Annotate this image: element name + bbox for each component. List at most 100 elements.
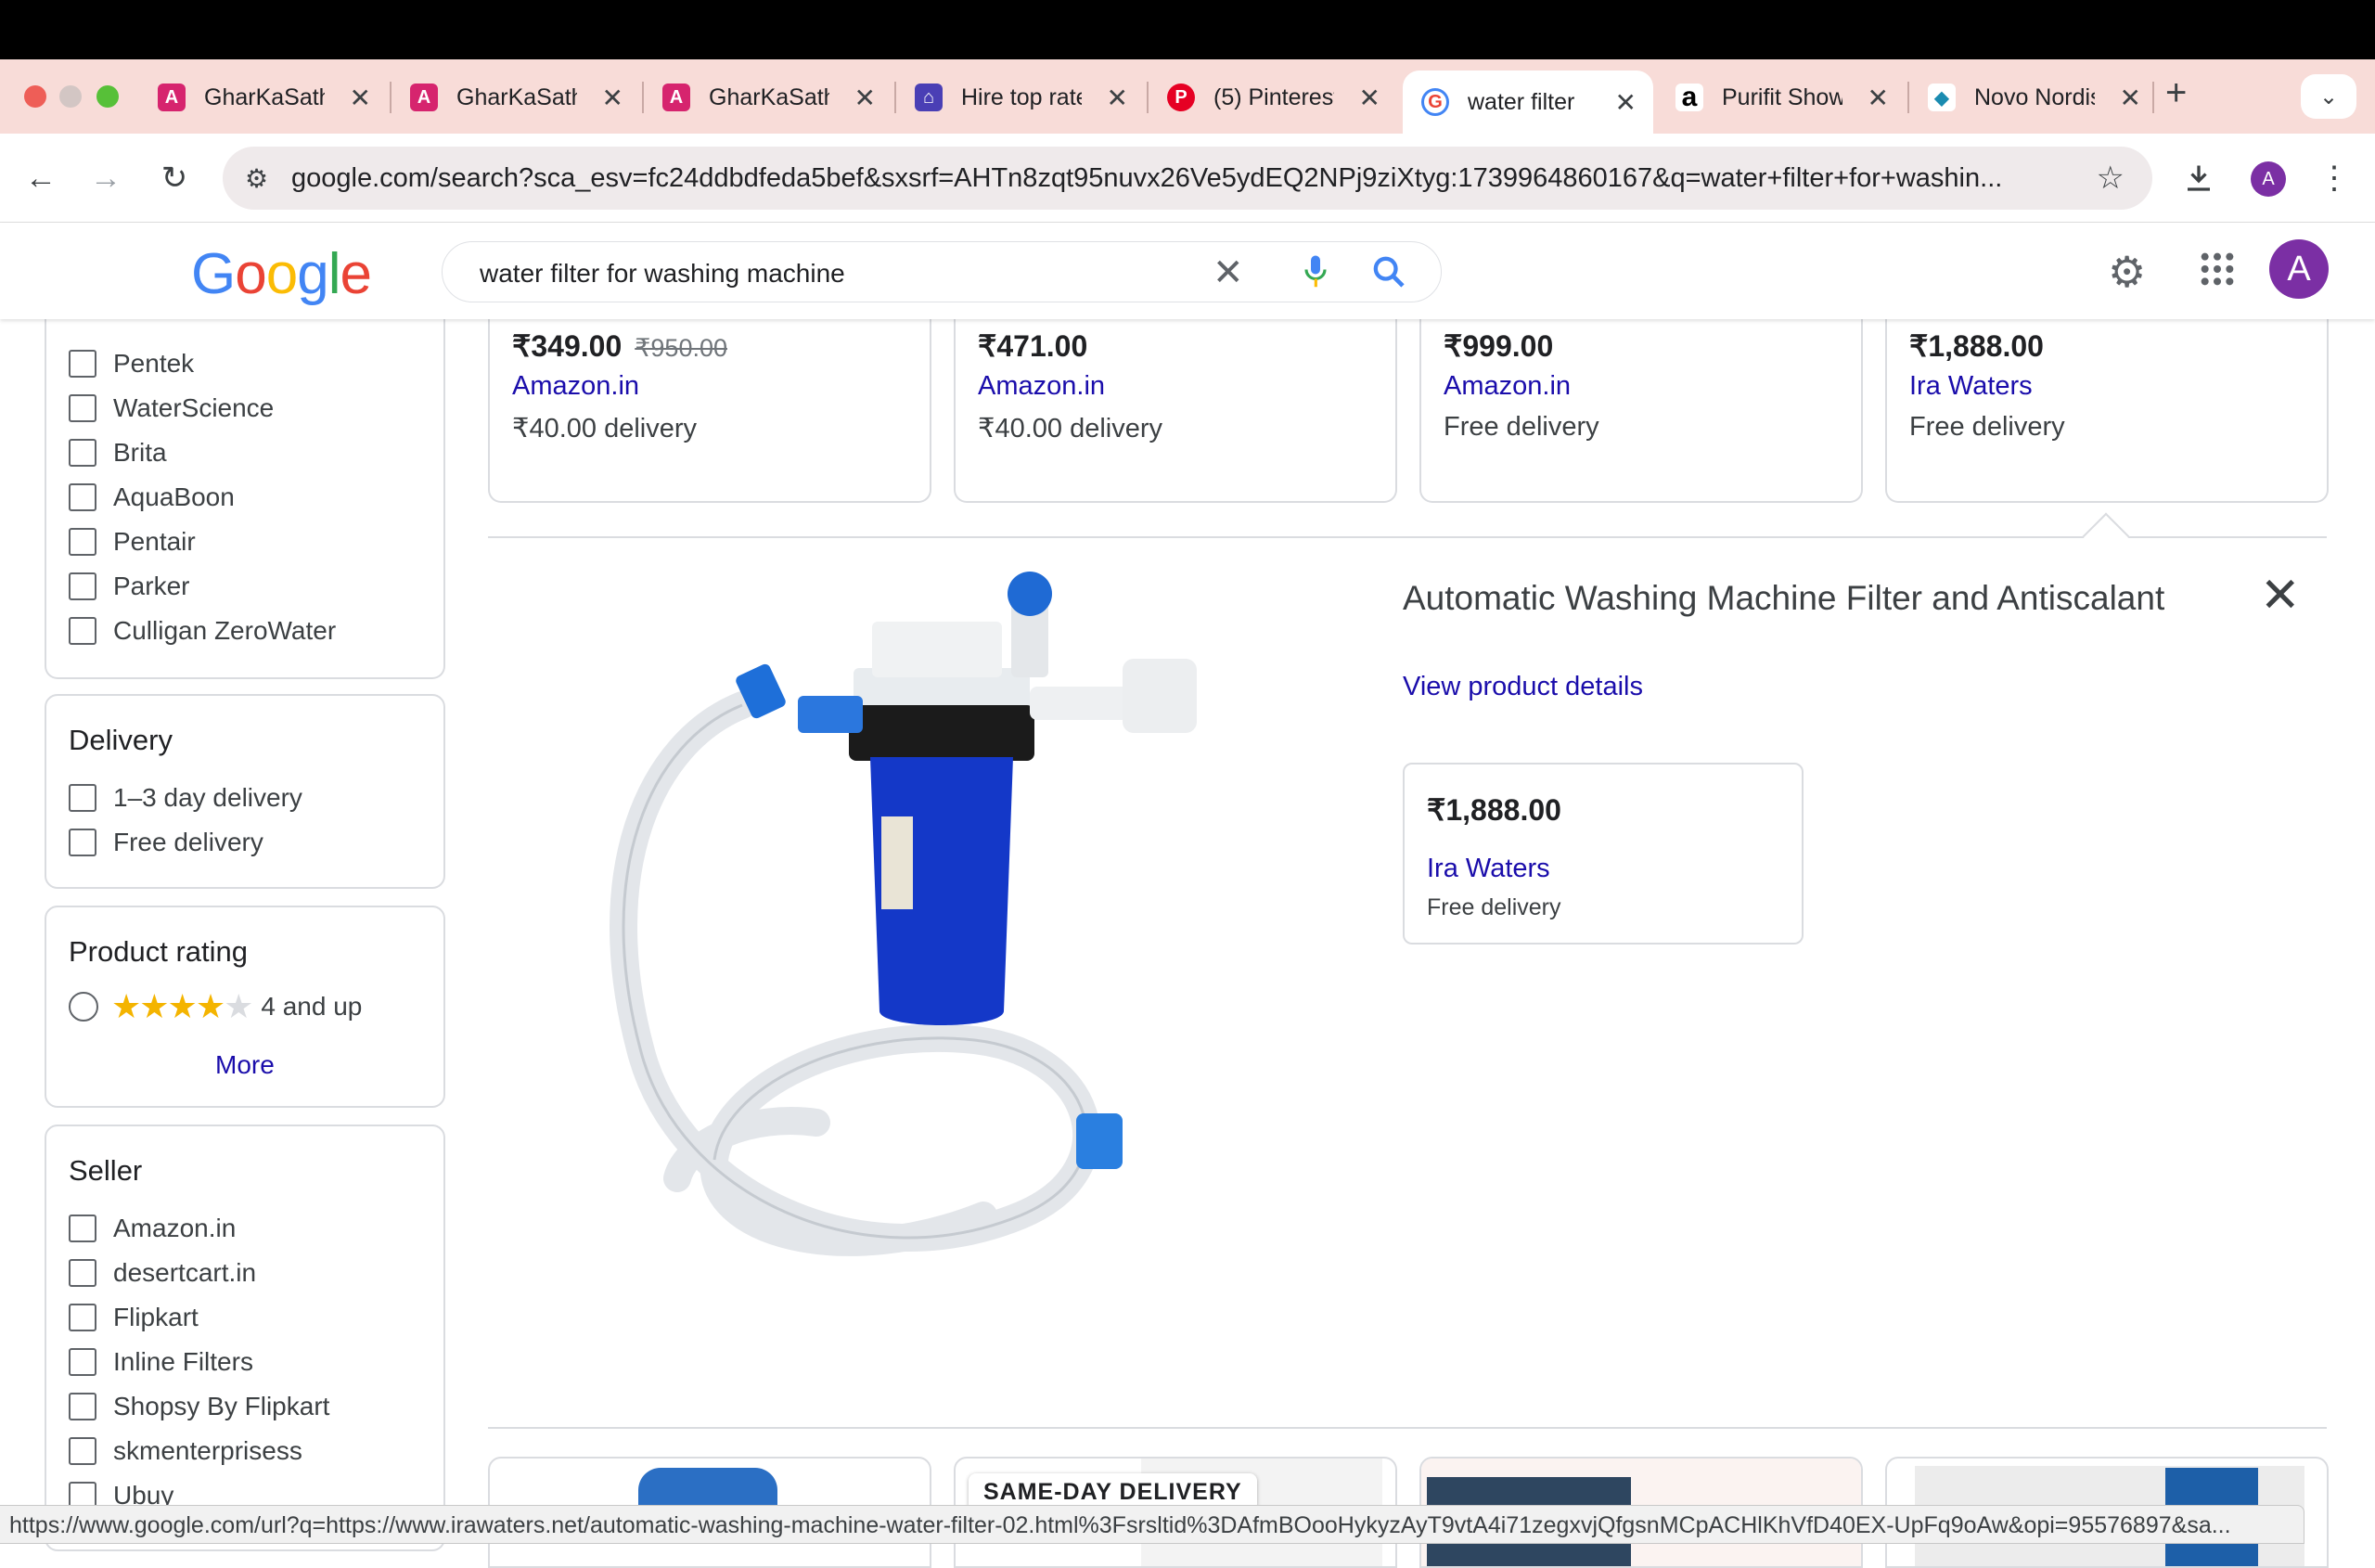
delivery-option[interactable]: 1–3 day delivery xyxy=(69,783,302,813)
product-seller[interactable]: Amazon.in xyxy=(1444,371,1571,402)
option-label: Amazon.in xyxy=(113,1214,237,1242)
checkbox[interactable] xyxy=(69,528,96,556)
tab-gharkasathi-2[interactable]: A GharKaSathi ✕ xyxy=(392,71,640,124)
option-label: Pentair xyxy=(113,527,196,556)
product-image[interactable] xyxy=(575,566,1206,1327)
close-tab-icon[interactable]: ✕ xyxy=(1868,83,1889,113)
address-bar[interactable]: ⚙ google.com/search?sca_esv=fc24ddbdfeda… xyxy=(223,147,2152,210)
product-delivery: Free delivery xyxy=(1444,412,1599,442)
view-product-details-link[interactable]: View product details xyxy=(1403,672,1643,702)
checkbox[interactable] xyxy=(69,1393,96,1420)
checkbox[interactable] xyxy=(69,394,96,422)
detail-panel-bottom-border xyxy=(488,1427,2327,1429)
checkbox[interactable] xyxy=(69,1437,96,1465)
checkbox[interactable] xyxy=(69,439,96,467)
status-bar-link-preview: https://www.google.com/url?q=https://www… xyxy=(0,1505,2304,1544)
tab-purifit-shower[interactable]: a Purifit Shower ✕ xyxy=(1657,71,1906,124)
detail-panel-top-border xyxy=(488,536,2327,538)
brand-option[interactable]: Parker xyxy=(69,572,189,601)
google-icon: G xyxy=(1421,88,1449,116)
site-settings-icon[interactable]: ⚙ xyxy=(245,163,268,194)
seller-option[interactable]: Flipkart xyxy=(69,1303,199,1332)
checkbox[interactable] xyxy=(69,784,96,812)
settings-gear-icon[interactable]: ⚙ xyxy=(2108,247,2146,297)
close-tab-icon[interactable]: ✕ xyxy=(1615,87,1637,118)
tab-title: Novo Nordisk xyxy=(1974,84,2095,110)
close-detail-icon[interactable]: ✕ xyxy=(2260,568,2301,623)
clear-search-icon[interactable]: ✕ xyxy=(1213,251,1244,294)
brand-option[interactable]: Brita xyxy=(69,438,167,468)
product-seller[interactable]: Amazon.in xyxy=(978,371,1105,402)
brand-option[interactable]: WaterScience xyxy=(69,393,274,423)
tab-gharkasathi-1[interactable]: A GharKaSathi ✕ xyxy=(139,71,388,124)
account-avatar[interactable]: A xyxy=(2269,239,2329,299)
option-label: AquaBoon xyxy=(113,482,235,511)
checkbox[interactable] xyxy=(69,829,96,856)
product-seller[interactable]: Amazon.in xyxy=(512,371,639,402)
forward-arrow-icon[interactable]: → xyxy=(80,152,132,204)
tab-search-button[interactable]: ⌄ xyxy=(2301,74,2356,119)
option-label: Brita xyxy=(113,438,167,467)
seller-option[interactable]: Inline Filters xyxy=(69,1347,253,1377)
close-tab-icon[interactable]: ✕ xyxy=(602,83,623,113)
seller-option[interactable]: Amazon.in xyxy=(69,1214,236,1243)
brand-option[interactable]: AquaBoon xyxy=(69,482,235,512)
tab-water-filter[interactable]: G water filter ✕ xyxy=(1403,71,1653,134)
option-label: Culligan ZeroWater xyxy=(113,616,337,645)
tab-hire-top-rated[interactable]: ⌂ Hire top rated ✕ xyxy=(896,71,1145,124)
option-label: 4 and up xyxy=(261,992,363,1021)
price-value: ₹349.00 xyxy=(512,329,623,363)
product-seller[interactable]: Ira Waters xyxy=(1909,371,2033,402)
search-icon[interactable] xyxy=(1370,253,1407,290)
profile-avatar[interactable]: A xyxy=(2251,161,2286,197)
checkbox[interactable] xyxy=(69,572,96,600)
back-arrow-icon[interactable]: ← xyxy=(15,152,67,204)
checkbox[interactable] xyxy=(69,483,96,511)
seller-option[interactable]: Shopsy By Flipkart xyxy=(69,1392,329,1421)
angular-icon: A xyxy=(410,84,438,111)
close-tab-icon[interactable]: ✕ xyxy=(1359,83,1380,113)
filter-heading: Product rating xyxy=(69,935,248,968)
more-ratings-link[interactable]: More xyxy=(215,1050,275,1080)
bookmark-star-icon[interactable]: ☆ xyxy=(2097,160,2125,197)
tab-pinterest[interactable]: P (5) Pinterest ✕ xyxy=(1149,71,1397,124)
offer-card[interactable]: ₹1,888.00 Ira Waters Free delivery xyxy=(1403,763,1804,945)
checkbox[interactable] xyxy=(69,1215,96,1242)
product-price: ₹1,888.00 xyxy=(1909,329,2044,363)
close-tab-icon[interactable]: ✕ xyxy=(350,83,371,113)
brand-option[interactable]: Pentek xyxy=(69,349,194,379)
url-text[interactable]: google.com/search?sca_esv=fc24ddbdfeda5b… xyxy=(291,163,2091,194)
offer-price: ₹1,888.00 xyxy=(1427,793,1561,827)
close-tab-icon[interactable]: ✕ xyxy=(2120,83,2141,113)
checkbox[interactable] xyxy=(69,1348,96,1376)
maximize-window-button[interactable] xyxy=(96,85,119,108)
checkbox[interactable] xyxy=(69,1304,96,1331)
checkbox[interactable] xyxy=(69,1259,96,1287)
checkbox[interactable] xyxy=(69,617,96,645)
close-window-button[interactable] xyxy=(24,85,46,108)
search-box[interactable]: water filter for washing machine ✕ xyxy=(442,241,1442,302)
close-tab-icon[interactable]: ✕ xyxy=(1107,83,1128,113)
rating-option[interactable]: ★★★★★ 4 and up xyxy=(69,987,362,1026)
microphone-icon[interactable] xyxy=(1302,253,1329,290)
brand-option[interactable]: Culligan ZeroWater xyxy=(69,616,336,646)
seller-option[interactable]: skmenterprisess xyxy=(69,1436,302,1466)
offer-seller[interactable]: Ira Waters xyxy=(1427,854,1550,884)
tab-novo-nordisk[interactable]: ◆ Novo Nordisk ✕ xyxy=(1909,71,2158,124)
checkbox[interactable] xyxy=(69,350,96,378)
reload-icon[interactable]: ↻ xyxy=(148,152,200,204)
google-apps-icon[interactable] xyxy=(2199,251,2236,288)
menu-kebab-icon[interactable]: ⋮ xyxy=(2308,152,2360,204)
search-input[interactable]: water filter for washing machine xyxy=(480,259,845,289)
brand-option[interactable]: Pentair xyxy=(69,527,196,557)
radio-button[interactable] xyxy=(69,992,98,1022)
close-tab-icon[interactable]: ✕ xyxy=(854,83,876,113)
seller-option[interactable]: desertcart.in xyxy=(69,1258,256,1288)
download-icon[interactable] xyxy=(2173,152,2225,204)
tab-gharkasathi-3[interactable]: A GharKaSathi ✕ xyxy=(644,71,892,124)
minimize-window-button[interactable] xyxy=(59,85,82,108)
delivery-option[interactable]: Free delivery xyxy=(69,828,263,857)
option-label: desertcart.in xyxy=(113,1258,257,1287)
new-tab-button[interactable]: + xyxy=(2165,72,2187,114)
google-logo[interactable]: Google xyxy=(191,241,372,307)
